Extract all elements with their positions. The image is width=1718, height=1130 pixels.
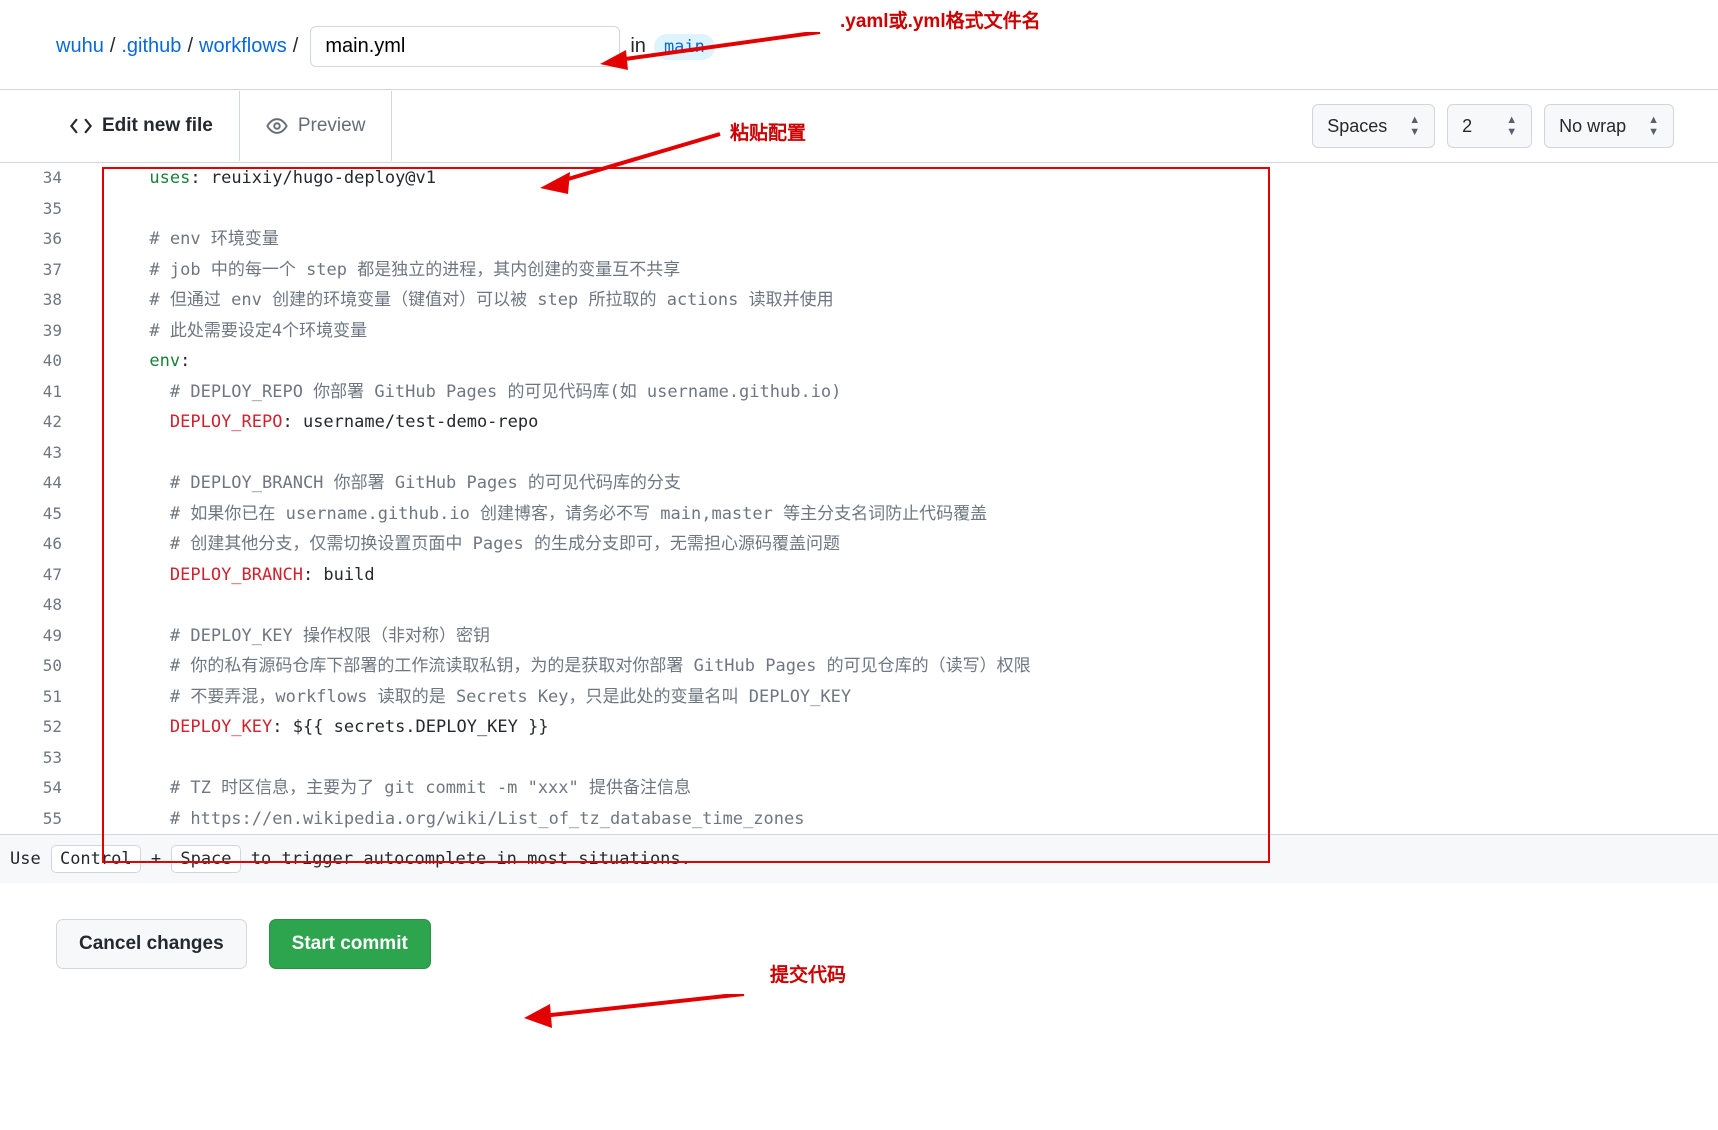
breadcrumb-github-dir[interactable]: .github <box>121 35 181 58</box>
status-post: to trigger autocomplete in most situatio… <box>251 849 691 869</box>
code-line[interactable] <box>88 590 1718 621</box>
line-number: 47 <box>0 560 88 591</box>
indent-size-select[interactable]: 2 ▲▼ <box>1447 104 1532 148</box>
code-line[interactable]: # TZ 时区信息，主要为了 git commit -m "xxx" 提供备注信… <box>88 773 1718 804</box>
breadcrumb-repo[interactable]: wuhu <box>56 35 104 58</box>
code-line[interactable]: DEPLOY_KEY: ${{ secrets.DEPLOY_KEY }} <box>88 712 1718 743</box>
annotation-filename: .yaml或.yml格式文件名 <box>840 6 1041 33</box>
line-number: 36 <box>0 224 88 255</box>
cancel-button[interactable]: Cancel changes <box>56 919 247 969</box>
code-line[interactable]: DEPLOY_REPO: username/test-demo-repo <box>88 407 1718 438</box>
indent-size-label: 2 <box>1462 116 1472 137</box>
line-number: 50 <box>0 651 88 682</box>
code-icon <box>70 115 92 137</box>
code-line[interactable]: # job 中的每一个 step 都是独立的进程，其内创建的变量互不共享 <box>88 255 1718 286</box>
line-number: 51 <box>0 682 88 713</box>
editor-toolbar: Edit new file Preview Spaces ▲▼ 2 ▲▼ No … <box>0 90 1718 162</box>
arrow-to-filename <box>600 32 830 78</box>
caret-icon: ▲▼ <box>1409 114 1420 138</box>
filename-input[interactable] <box>310 26 620 67</box>
code-line[interactable]: # DEPLOY_BRANCH 你部署 GitHub Pages 的可见代码库的… <box>88 468 1718 499</box>
code-line[interactable] <box>88 743 1718 774</box>
line-number: 40 <box>0 346 88 377</box>
breadcrumb-sep: / <box>104 35 122 58</box>
code-line[interactable]: # 你的私有源码仓库下部署的工作流读取私钥，为的是获取对你部署 GitHub P… <box>88 651 1718 682</box>
status-plus: + <box>151 849 171 869</box>
tab-preview-label: Preview <box>298 115 366 137</box>
code-line[interactable]: # DEPLOY_REPO 你部署 GitHub Pages 的可见代码库(如 … <box>88 377 1718 408</box>
kbd-space: Space <box>171 845 240 873</box>
line-number: 41 <box>0 377 88 408</box>
line-number: 48 <box>0 590 88 621</box>
line-number: 39 <box>0 316 88 347</box>
line-number: 44 <box>0 468 88 499</box>
editor-status-bar: Use Control + Space to trigger autocompl… <box>0 834 1718 883</box>
line-number: 54 <box>0 773 88 804</box>
line-number: 35 <box>0 194 88 225</box>
arrow-to-commit <box>524 994 754 1030</box>
line-number: 52 <box>0 712 88 743</box>
code-line[interactable]: # DEPLOY_KEY 操作权限（非对称）密钥 <box>88 621 1718 652</box>
annotation-paste: 粘贴配置 <box>730 118 806 145</box>
kbd-control: Control <box>51 845 141 873</box>
line-number: 49 <box>0 621 88 652</box>
code-editor[interactable]: 34 uses: reuixiy/hugo-deploy@v13536 # en… <box>0 163 1718 834</box>
code-line[interactable]: # 创建其他分支，仅需切换设置页面中 Pages 的生成分支即可，无需担心源码覆… <box>88 529 1718 560</box>
wrap-label: No wrap <box>1559 116 1626 137</box>
code-line[interactable]: uses: reuixiy/hugo-deploy@v1 <box>88 163 1718 194</box>
tab-edit[interactable]: Edit new file <box>44 91 239 161</box>
start-commit-button[interactable]: Start commit <box>269 919 431 969</box>
indent-mode-label: Spaces <box>1327 116 1387 137</box>
code-line[interactable]: # 不要弄混，workflows 读取的是 Secrets Key，只是此处的变… <box>88 682 1718 713</box>
line-number: 45 <box>0 499 88 530</box>
breadcrumb-sep: / <box>181 35 199 58</box>
code-line[interactable] <box>88 194 1718 225</box>
code-line[interactable]: # 但通过 env 创建的环境变量（键值对）可以被 step 所拉取的 acti… <box>88 285 1718 316</box>
line-number: 46 <box>0 529 88 560</box>
code-line[interactable]: # https://en.wikipedia.org/wiki/List_of_… <box>88 804 1718 835</box>
line-number: 43 <box>0 438 88 469</box>
line-number: 42 <box>0 407 88 438</box>
tab-edit-label: Edit new file <box>102 115 213 137</box>
tab-preview[interactable]: Preview <box>239 91 393 161</box>
status-pre: Use <box>10 849 51 869</box>
code-line[interactable]: DEPLOY_BRANCH: build <box>88 560 1718 591</box>
caret-icon: ▲▼ <box>1506 114 1517 138</box>
line-number: 37 <box>0 255 88 286</box>
breadcrumb-workflows-dir[interactable]: workflows <box>199 35 287 58</box>
arrow-to-editor <box>540 130 730 200</box>
code-line[interactable]: env: <box>88 346 1718 377</box>
code-line[interactable]: # 此处需要设定4个环境变量 <box>88 316 1718 347</box>
commit-row: Cancel changes Start commit <box>0 883 1718 993</box>
code-line[interactable]: # 如果你已在 username.github.io 创建博客，请务必不写 ma… <box>88 499 1718 530</box>
line-number: 53 <box>0 743 88 774</box>
breadcrumb-sep: / <box>287 35 305 58</box>
code-line[interactable] <box>88 438 1718 469</box>
line-number: 55 <box>0 804 88 835</box>
wrap-select[interactable]: No wrap ▲▼ <box>1544 104 1674 148</box>
indent-mode-select[interactable]: Spaces ▲▼ <box>1312 104 1435 148</box>
eye-icon <box>266 115 288 137</box>
caret-icon: ▲▼ <box>1648 114 1659 138</box>
line-number: 34 <box>0 163 88 194</box>
annotation-commit: 提交代码 <box>770 960 846 987</box>
line-number: 38 <box>0 285 88 316</box>
code-line[interactable]: # env 环境变量 <box>88 224 1718 255</box>
